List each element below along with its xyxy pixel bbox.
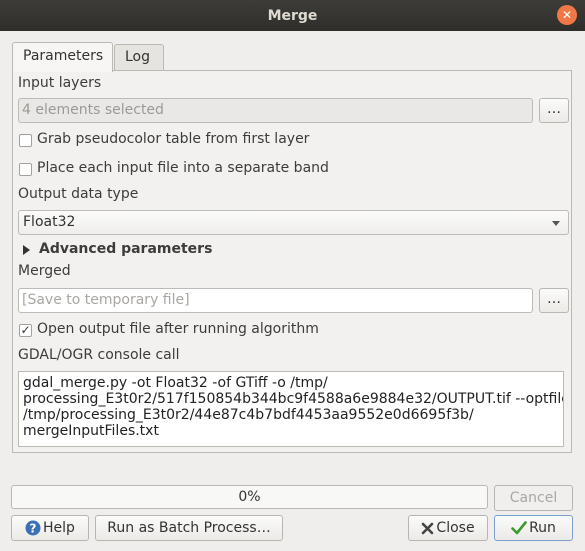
progress-text: 0% <box>238 489 261 505</box>
advanced-parameters-toggle[interactable]: Advanced parameters <box>39 241 212 257</box>
console-call-label: GDAL/OGR console call <box>18 347 180 363</box>
run-button[interactable]: Run <box>494 515 573 541</box>
run-batch-button[interactable]: Run as Batch Process… <box>95 515 283 541</box>
open-output-checkbox[interactable]: ✓ <box>19 324 32 337</box>
help-button[interactable]: ? Help <box>11 515 89 541</box>
chevron-down-icon <box>552 221 560 226</box>
close-button[interactable]: Close <box>408 515 488 541</box>
expand-triangle-icon[interactable] <box>23 245 30 255</box>
output-type-value: Float32 <box>23 214 76 230</box>
output-type-select[interactable]: Float32 <box>18 210 569 235</box>
tab-log[interactable]: Log <box>114 44 164 70</box>
window-close-button[interactable]: ✕ <box>557 5 577 25</box>
close-x-icon <box>422 522 434 534</box>
svg-text:?: ? <box>30 522 37 536</box>
progress-bar: 0% <box>11 485 488 509</box>
console-line: mergeInputFiles.txt <box>23 423 159 439</box>
merged-label: Merged <box>18 263 71 279</box>
tab-parameters[interactable]: Parameters <box>12 42 113 72</box>
separate-band-checkbox[interactable] <box>19 163 32 176</box>
close-icon: ✕ <box>561 8 573 22</box>
input-layers-browse-button[interactable]: … <box>539 98 569 123</box>
console-line: processing_E3t0r2/517f150854b344bc9f4588… <box>23 391 564 407</box>
merged-output-field[interactable]: [Save to temporary file] <box>18 288 533 313</box>
pseudocolor-checkbox[interactable] <box>19 134 32 147</box>
input-layers-field[interactable]: 4 elements selected <box>18 98 533 123</box>
title-bar: Merge ✕ <box>0 0 585 31</box>
output-type-label: Output data type <box>18 186 139 202</box>
console-line: /tmp/processing_E3t0r2/44e87c4b7bdf4453a… <box>23 407 474 423</box>
merged-browse-button[interactable]: … <box>539 288 569 313</box>
pseudocolor-label: Grab pseudocolor table from first layer <box>37 131 310 147</box>
separate-band-label: Place each input file into a separate ba… <box>37 160 329 176</box>
console-line: gdal_merge.py -ot Float32 -of GTiff -o /… <box>23 375 328 391</box>
window-title: Merge <box>267 7 318 24</box>
checkmark-icon <box>511 521 527 535</box>
input-layers-label: Input layers <box>18 75 102 91</box>
console-call-textarea[interactable]: gdal_merge.py -ot Float32 -of GTiff -o /… <box>18 371 564 447</box>
help-icon: ? <box>25 520 41 536</box>
parameters-panel: Input layers 4 elements selected … Grab … <box>12 70 572 453</box>
cancel-button[interactable]: Cancel <box>494 485 573 511</box>
open-output-label: Open output file after running algorithm <box>37 321 319 337</box>
